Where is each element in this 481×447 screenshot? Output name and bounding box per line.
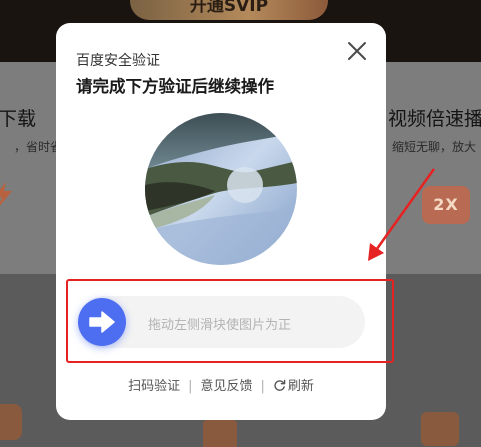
scan-verify-link[interactable]: 扫码验证 [128, 379, 180, 394]
annotation-highlight-box [66, 279, 394, 363]
dialog-title: 请完成下方验证后继续操作 [76, 77, 274, 96]
lightning-icon [0, 182, 12, 206]
dialog-footer: 扫码验证 | 意见反馈 | 刷新 [56, 375, 386, 394]
refresh-icon [274, 379, 286, 391]
dialog-brand-title: 百度安全验证 [76, 53, 160, 69]
feature-icon-bottom-left [0, 404, 22, 440]
feature-icon-bottom-right [421, 412, 459, 446]
refresh-label: 刷新 [287, 379, 314, 394]
captcha-rotate-image [145, 113, 297, 265]
feature-title-right: 视频倍速播 [388, 108, 481, 130]
vip-button[interactable]: 开通SVIP [130, 0, 328, 20]
feature-title-left: 下载 [0, 108, 37, 130]
footer-separator: | [260, 379, 265, 394]
refresh-button[interactable]: 刷新 [273, 379, 314, 394]
annotation-arrow-icon [368, 168, 436, 261]
footer-separator: | [188, 379, 193, 394]
feedback-link[interactable]: 意见反馈 [200, 379, 252, 394]
feature-subtitle-right: 缩短无聊，放大 [392, 140, 477, 154]
feature-icon-bottom-middle [203, 420, 237, 447]
feature-subtitle-left: ，省时省 [14, 140, 63, 154]
close-icon[interactable] [345, 39, 369, 63]
